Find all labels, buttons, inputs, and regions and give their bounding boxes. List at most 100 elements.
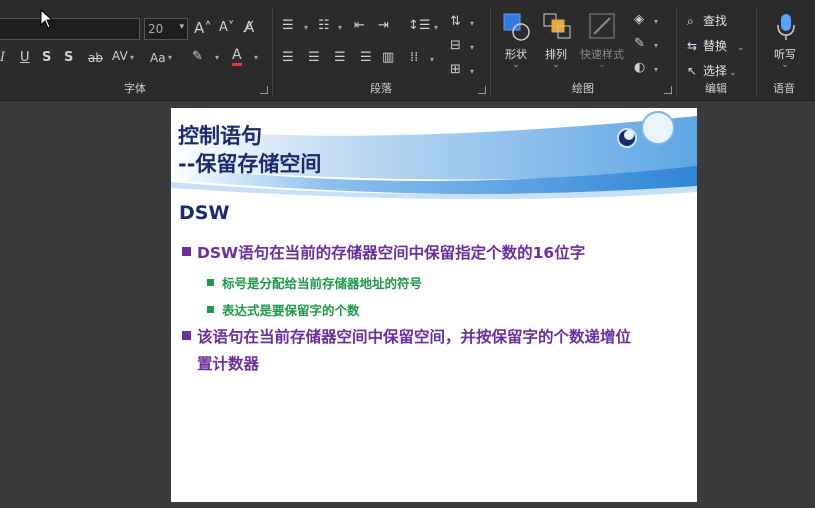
- italic-icon[interactable]: I: [0, 50, 5, 66]
- slide-title: 控制语句 --保留存储空间: [178, 122, 321, 178]
- chevron-down-icon: ▾: [654, 41, 659, 50]
- bullet-text-continued: 置计数器: [197, 355, 260, 373]
- chevron-down-icon: ▾: [254, 53, 259, 62]
- quick-styles-icon: [589, 13, 615, 39]
- bullet-level-2: 标号是分配给当前存储器地址的符号: [207, 273, 422, 292]
- replace-button[interactable]: ⇆ 替换 ⌄: [687, 37, 745, 54]
- drawing-group-label: 绘图: [572, 82, 594, 95]
- shape-outline-icon[interactable]: ✎: [634, 36, 645, 52]
- chevron-down-icon: ▾: [304, 23, 309, 32]
- square-bullet-icon: [182, 247, 191, 256]
- distributed-icon[interactable]: ▥: [382, 50, 394, 66]
- bullet-level-1: DSW语句在当前的存储器空间中保留指定个数的16位字: [182, 240, 585, 267]
- dictate-button[interactable]: 听写 ⌄: [762, 10, 808, 72]
- chevron-down-icon: ▾: [434, 23, 439, 32]
- arrange-button[interactable]: 排列 ⌄: [534, 10, 578, 72]
- chevron-down-icon: ▾: [654, 17, 659, 26]
- drawing-dialog-launcher-icon[interactable]: [664, 86, 672, 94]
- chevron-down-icon: ▾: [215, 53, 220, 62]
- bullets-icon[interactable]: ☰: [282, 18, 294, 34]
- highlight-icon[interactable]: ✎: [192, 49, 203, 65]
- bullet-text: 标号是分配给当前存储器地址的符号: [222, 276, 423, 291]
- chevron-down-icon: ▾: [168, 53, 173, 62]
- bullet-text: 该语句在当前存储器空间中保留空间，并按保留字的个数递增位: [197, 328, 632, 346]
- align-right-icon[interactable]: ☰: [334, 50, 346, 66]
- font-group-label: 字体: [124, 82, 146, 95]
- divider: [756, 8, 757, 96]
- bullet-continuation: 置计数器: [197, 351, 259, 378]
- chevron-down-icon: ▾: [130, 53, 135, 62]
- text-direction-icon[interactable]: ⇅: [450, 14, 461, 30]
- title-line-1: 控制语句: [178, 124, 262, 148]
- clear-formatting-icon[interactable]: A̸: [244, 19, 254, 35]
- arrange-icon: [543, 13, 571, 39]
- font-dialog-launcher-icon[interactable]: [260, 86, 268, 94]
- chevron-down-icon: ▾: [470, 19, 475, 28]
- drawing-group: 形状 ⌄ 排列 ⌄ 快速样式 ⌄ ◈ ▾ ✎ ▾ ◐ ▾ 绘图: [492, 0, 674, 100]
- align-left-icon[interactable]: ☰: [282, 50, 294, 66]
- bullet-level-2: 表达式是要保留字的个数: [207, 300, 360, 319]
- ribbon: 20 ▾ A˄ A˅ A̸ I U S S ab AV ▾ Aa ▾ ✎ ▾ A…: [0, 0, 815, 101]
- divider: [676, 8, 677, 96]
- shadow-icon[interactable]: S: [64, 50, 73, 66]
- chevron-down-icon: ⌄: [552, 60, 560, 70]
- voice-group: 听写 ⌄ 语音: [758, 0, 810, 100]
- bullet-text: 表达式是要保留字的个数: [222, 303, 360, 318]
- quick-styles-button[interactable]: 快速样式 ⌄: [578, 10, 626, 72]
- font-size-box[interactable]: 20 ▾: [144, 18, 188, 40]
- character-spacing-icon[interactable]: AV: [112, 48, 128, 64]
- shape-effects-icon[interactable]: ◐: [634, 60, 645, 76]
- font-size-value: 20: [148, 22, 164, 36]
- underline-icon[interactable]: U: [20, 50, 30, 66]
- slide[interactable]: 控制语句 --保留存储空间 DSW DSW语句在当前的存储器空间中保留指定个数的…: [171, 108, 697, 502]
- divider: [272, 8, 273, 96]
- chevron-down-icon: ▾: [470, 43, 475, 52]
- change-case-icon[interactable]: Aa: [150, 50, 166, 66]
- decrease-indent-icon[interactable]: ⇤: [354, 18, 365, 34]
- paragraph-dialog-launcher-icon[interactable]: [478, 86, 486, 94]
- chevron-down-icon: ⌄: [512, 60, 520, 70]
- square-bullet-icon: [207, 279, 214, 286]
- justify-icon[interactable]: ☰: [360, 50, 372, 66]
- font-color-icon[interactable]: A: [232, 47, 242, 66]
- strikethrough-icon[interactable]: ab: [88, 50, 103, 66]
- increase-indent-icon[interactable]: ⇥: [378, 18, 389, 34]
- chevron-down-icon: ▾: [179, 22, 184, 32]
- voice-group-label: 语音: [773, 82, 795, 95]
- search-icon: ⌕: [687, 14, 694, 28]
- line-spacing-icon[interactable]: ↕☰: [408, 18, 431, 34]
- cursor-arrow-icon: ↖: [687, 64, 698, 78]
- find-button[interactable]: ⌕ 查找: [687, 12, 727, 29]
- chevron-down-icon: ▾: [654, 65, 659, 74]
- bullet-text: DSW语句在当前的存储器空间中保留指定个数的16位字: [197, 244, 586, 262]
- shapes-icon: [503, 13, 530, 41]
- decrease-font-size-icon[interactable]: A˅: [219, 20, 234, 36]
- chevron-down-icon: ⌄: [781, 60, 789, 70]
- paragraph-group-label: 段落: [370, 82, 392, 95]
- chevron-down-icon: ▾: [470, 67, 475, 76]
- numbering-icon[interactable]: ☷: [318, 18, 330, 34]
- microphone-icon: [777, 14, 795, 40]
- editing-group-label: 编辑: [705, 82, 727, 95]
- columns-icon[interactable]: ⁞⁞: [410, 50, 418, 66]
- replace-label: 替换: [703, 39, 728, 53]
- chevron-down-icon: ⌄: [598, 60, 606, 70]
- shapes-button[interactable]: 形状 ⌄: [494, 10, 538, 72]
- increase-font-size-icon[interactable]: A˄: [194, 20, 212, 36]
- align-text-icon[interactable]: ⊟: [450, 38, 461, 54]
- align-center-icon[interactable]: ☰: [308, 50, 320, 66]
- square-bullet-icon: [182, 331, 191, 340]
- strikethrough-s-icon[interactable]: S: [42, 50, 51, 66]
- chevron-down-icon: ⌄: [737, 43, 745, 53]
- title-line-2: --保留存储空间: [178, 152, 322, 176]
- smartart-icon[interactable]: ⊞: [450, 62, 461, 78]
- paragraph-group: ☰ ▾ ☷ ▾ ⇤ ⇥ ↕☰ ▾ ⇅ ▾ ☰ ☰ ☰ ☰ ▥ ⁞⁞ ▾ ⊟ ▾ …: [274, 0, 488, 100]
- find-label: 查找: [703, 14, 728, 28]
- select-button[interactable]: ↖ 选择 ⌄: [687, 62, 737, 79]
- font-name-box[interactable]: [0, 18, 140, 40]
- shape-fill-icon[interactable]: ◈: [634, 12, 644, 28]
- chevron-down-icon: ▾: [338, 23, 343, 32]
- mouse-cursor-icon: [40, 9, 54, 29]
- square-bullet-icon: [207, 306, 214, 313]
- slide-subtitle: DSW: [179, 202, 230, 224]
